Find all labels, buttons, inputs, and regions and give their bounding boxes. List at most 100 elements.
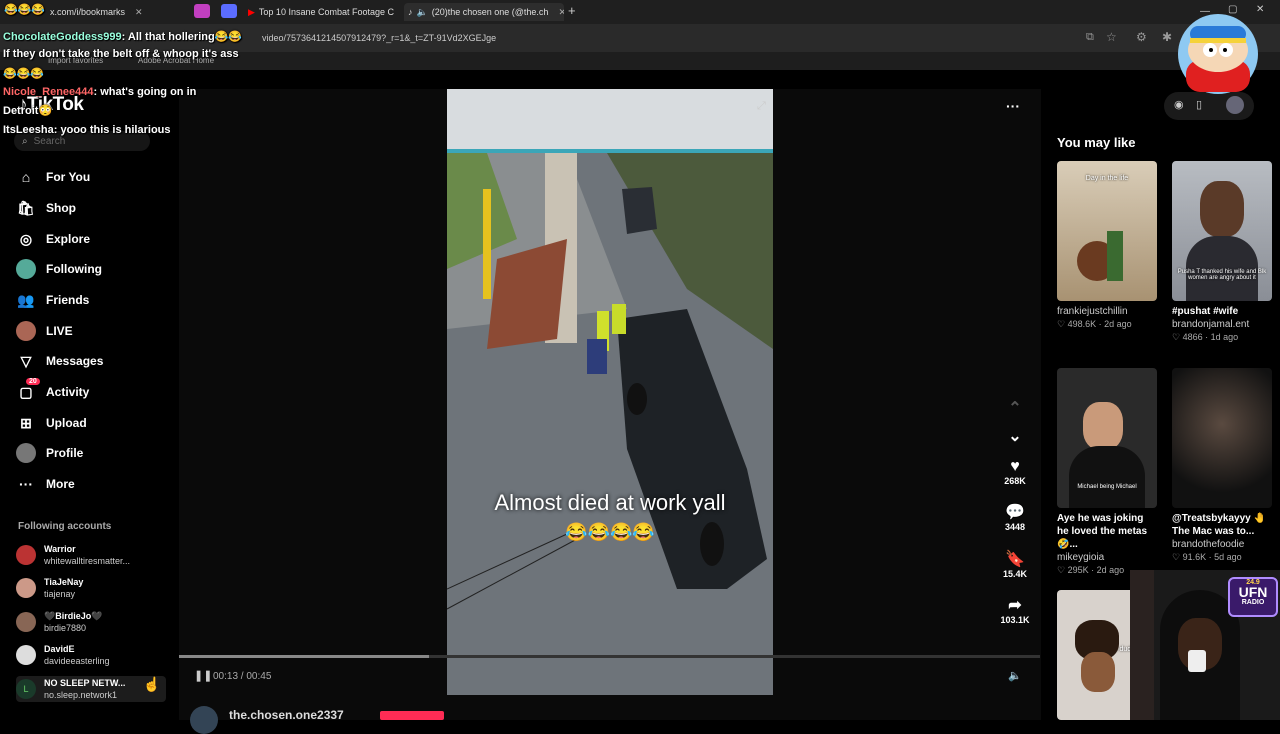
new-tab-button[interactable]: + (568, 3, 576, 18)
card-meta: ♡ 4866 · 1d ago (1172, 332, 1239, 342)
sidebar-item-label: Following (46, 262, 102, 276)
star-icon[interactable]: ☆ (1106, 30, 1117, 44)
sidebar-item-label: Upload (46, 416, 87, 430)
like-count: 268K (1004, 476, 1026, 486)
share-button[interactable]: ➦ 103.1K (990, 597, 1040, 625)
sidebar-item-shop[interactable]: 🛍 Shop (16, 196, 166, 220)
share-count: 103.1K (1000, 615, 1030, 625)
video-frame (447, 89, 773, 695)
recommended-video-card[interactable]: @Treatsbykayyy 🤚 The Mac was to... brando… (1172, 368, 1272, 564)
account-handle: tiajenay (44, 589, 76, 599)
account-handle: no.sleep.network1 (44, 690, 118, 700)
avatar (16, 443, 36, 463)
video-player[interactable] (447, 89, 773, 695)
sidebar-item-messages[interactable]: ▽ Messages (16, 349, 166, 373)
close-icon[interactable]: ✕ (135, 7, 143, 18)
search-placeholder: Search (33, 135, 66, 147)
caption-emojis: 😂😂😂😂 (565, 522, 655, 542)
video-progress-bar[interactable] (179, 655, 1040, 658)
account-name: DavidE (44, 644, 75, 654)
chevron-down-icon: ⌄ (1008, 428, 1022, 445)
recommended-video-card[interactable]: Day in the life frankiejustchillin ♡ 498.… (1057, 161, 1157, 331)
following-account[interactable]: 🖤BirdieJo🖤 birdie7880 (16, 610, 166, 634)
sidebar-item-profile[interactable]: Profile (16, 441, 166, 465)
sidebar-item-upload[interactable]: ⊞ Upload (16, 411, 166, 435)
tab-tiktok[interactable]: ♪ 🔈 (20)the chosen one (@the.ch ✕ (404, 3, 564, 21)
video-thumbnail: Day in the life (1057, 161, 1157, 301)
sidebar-item-label: Profile (46, 446, 84, 460)
chat-message: If they don't take the belt off & whoop … (3, 48, 239, 60)
card-user: frankiejustchillin (1057, 306, 1128, 317)
avatar (16, 612, 36, 632)
sidebar-item-label: Activity (46, 385, 90, 399)
open-external-icon[interactable]: ⧉ (1086, 31, 1094, 44)
chat-text: 😂😂😂 (3, 68, 45, 80)
tab-label: (20)the chosen one (@the.ch (431, 7, 549, 17)
card-user: mikeygioia (1057, 552, 1105, 563)
account-handle: davideeasterling (44, 656, 110, 666)
video-time: 00:13 / 00:45 (213, 671, 272, 682)
compass-icon: ◎ (19, 230, 33, 247)
chat-message: ChocolateGoddess999: All that hollering😂… (3, 30, 242, 43)
recommended-video-card[interactable]: Michael being Michael Aye he was joking … (1057, 368, 1157, 577)
chat-text: Detroit😳 (3, 105, 53, 117)
video-caption: Almost died at work yall (494, 490, 726, 515)
compass-icon[interactable]: ◉ (1174, 98, 1184, 111)
expand-icon[interactable]: ⤢ (757, 100, 766, 113)
avatar (16, 259, 36, 279)
card-title: Aye he was joking he loved the metas 🤣..… (1057, 513, 1148, 550)
sidebar-item-friends[interactable]: 👥 Friends (16, 288, 166, 312)
like-button[interactable]: ♥ 268K (990, 458, 1040, 486)
close-icon[interactable]: ✕ (558, 7, 564, 18)
sidebar-item-explore[interactable]: ◎ Explore (16, 227, 166, 251)
sidebar-item-more[interactable]: ··· More (16, 472, 166, 496)
extension-icon[interactable]: ⚙ (1136, 30, 1147, 44)
notification-badge: 20 (26, 378, 40, 385)
chat-text: what's going on in (100, 86, 197, 98)
tab-bookmarks[interactable]: x.com/i/bookmarks ✕ (50, 3, 180, 21)
follow-button[interactable] (380, 711, 444, 720)
url-field[interactable]: video/7573641214507912479?_r=1&_t=ZT-91V… (262, 33, 496, 43)
you-may-like-title: You may like (1057, 135, 1136, 150)
following-account[interactable]: DavidE davideeasterling (16, 643, 166, 667)
pause-icon[interactable]: ❚❚ (194, 669, 212, 682)
share-icon: ➦ (1008, 597, 1022, 614)
speaker-icon[interactable]: 🔈 (417, 7, 428, 18)
following-account[interactable]: TiaJeNay tiajenay (16, 576, 166, 600)
account-name: Warrior (44, 544, 76, 554)
puzzle-icon[interactable]: ✱ (1162, 30, 1172, 44)
avatar (16, 321, 36, 341)
comment-button[interactable]: 💬 3448 (990, 504, 1040, 532)
sidebar-item-for-you[interactable]: ⌂ For You (16, 165, 166, 189)
chat-separator: : (93, 86, 98, 98)
tab-icon[interactable] (221, 4, 237, 18)
chat-username: ChocolateGoddess999 (3, 31, 122, 43)
save-button[interactable]: 🔖 15.4K (990, 551, 1040, 579)
account-name: NO SLEEP NETW... (44, 678, 126, 688)
card-title: #pushat #wife (1172, 306, 1239, 317)
sidebar-item-activity[interactable]: ▢ 20 Activity (16, 378, 166, 404)
chat-text: If they don't take the belt off & whoop … (3, 48, 239, 60)
avatar[interactable] (1226, 96, 1244, 114)
next-video-button[interactable]: ⌄ (990, 428, 1040, 446)
volume-icon[interactable]: 🔈 (1008, 669, 1022, 682)
sidebar-item-live[interactable]: LIVE (16, 319, 166, 343)
following-account[interactable]: Warrior whitewalltiresmatter... (16, 543, 166, 567)
device-icon[interactable]: ▯ (1196, 98, 1202, 111)
sidebar-item-following[interactable]: Following (16, 257, 166, 281)
tab-youtube[interactable]: ▶Top 10 Insane Combat Footage C✕ (248, 3, 398, 21)
more-options-icon[interactable]: ··· (1006, 98, 1020, 114)
video-thumbnail (1172, 368, 1272, 508)
chat-username: ItsLeesha (3, 124, 54, 136)
card-user: brandonjamal.ent (1172, 319, 1250, 330)
heart-icon: ♥ (1010, 458, 1020, 475)
tab-icon[interactable] (194, 4, 210, 18)
chat-message: 😂😂😂 (3, 67, 44, 80)
previous-video-button[interactable]: ⌃ (990, 400, 1040, 418)
recommended-video-card[interactable]: Pusha T thanked his wife and Blk women a… (1172, 161, 1272, 344)
chevron-up-icon: ⌃ (1008, 400, 1022, 417)
radio-sub: RADIO (1241, 599, 1265, 606)
radio-name: UFN (1238, 584, 1268, 600)
home-icon: ⌂ (21, 169, 31, 185)
author-avatar[interactable] (190, 706, 218, 734)
